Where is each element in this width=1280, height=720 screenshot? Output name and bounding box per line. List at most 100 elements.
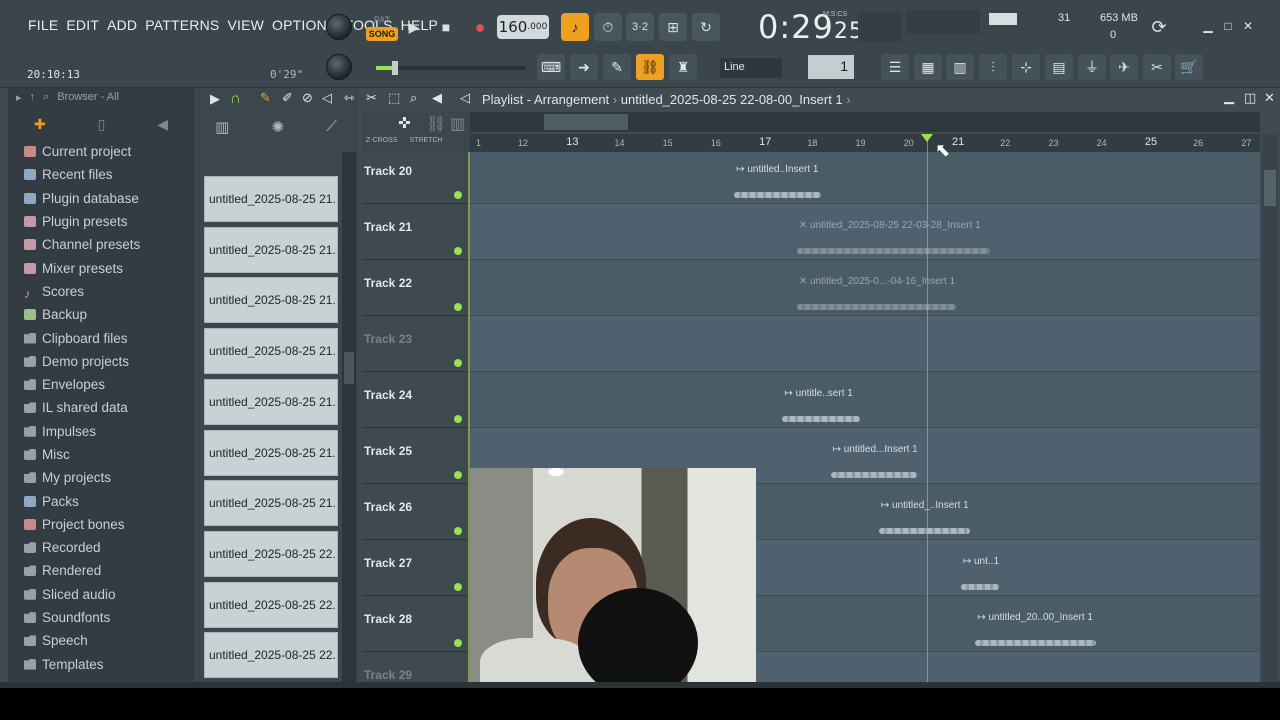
menu-add[interactable]: ADD [107, 17, 137, 33]
track-mute-led[interactable] [454, 583, 462, 591]
audio-clip[interactable]: ✕ untitled_2025-0...-04-16_Insert 1 [796, 276, 956, 316]
pat-song-toggle[interactable]: PAT SONG [366, 13, 398, 43]
grid-icon[interactable]: ▥ [450, 114, 465, 134]
track-header[interactable]: Track 22 [362, 260, 468, 316]
track-mute-led[interactable] [454, 359, 462, 367]
browser-item[interactable]: Speech [8, 629, 194, 652]
zcross-toggle[interactable]: Z-CROSS [366, 137, 398, 144]
step-input[interactable]: 1 [808, 55, 854, 79]
menu-patterns[interactable]: PATTERNS [145, 17, 219, 33]
menu-edit[interactable]: EDIT [66, 17, 99, 33]
wait-for-input-button[interactable]: ⏱ [594, 13, 622, 41]
stop-button[interactable]: ■ [432, 13, 460, 41]
channel-clip[interactable]: untitled_2025-08-25 21... [204, 378, 338, 425]
channel-clip[interactable]: untitled_2025-08-25 21... [204, 429, 338, 476]
track-mute-led[interactable] [454, 303, 462, 311]
master-pitch-knob[interactable] [326, 54, 352, 80]
channel-scroll-thumb[interactable] [344, 352, 354, 384]
link-button[interactable]: ⛓ [636, 54, 664, 80]
time-display[interactable]: 0:2925 [758, 8, 864, 46]
browser-item[interactable]: Soundfonts [8, 606, 194, 629]
fader-button[interactable]: ⫶ [979, 54, 1007, 80]
browser-tab-files-icon[interactable]: ▯ [98, 116, 106, 133]
browser-item[interactable]: Recorded [8, 536, 194, 559]
channel-clip[interactable]: untitled_2025-08-25 21... [204, 277, 338, 324]
channel-clip[interactable]: untitled_2025-08-25 21... [204, 226, 338, 273]
browser-item[interactable]: Packs [8, 489, 194, 512]
browser-item[interactable]: Project bones [8, 513, 194, 536]
browser-item[interactable]: Envelopes [8, 373, 194, 396]
playback-tool-icon[interactable]: ◀ [432, 90, 442, 106]
track-mute-led[interactable] [454, 415, 462, 423]
piano-roll-button[interactable]: ⌨ [537, 54, 565, 80]
audio-clip[interactable]: ↦ untitled_20..00_Insert 1 [975, 612, 1096, 652]
browser-item[interactable]: Demo projects [8, 350, 194, 373]
channel-rack-button[interactable]: ▦ [914, 54, 942, 80]
browser-item[interactable]: Mixer presets [8, 256, 194, 279]
zoom-tool-icon[interactable]: ⌕ [410, 90, 417, 106]
minimize-button[interactable]: ▁ [1200, 18, 1216, 34]
slice-tool-icon[interactable]: ✂ [366, 90, 377, 106]
pencil-tool-icon[interactable]: ✎ [260, 90, 271, 106]
browser-item[interactable]: ♪ Scores [8, 280, 194, 303]
arrow-button[interactable]: ➜ [570, 54, 598, 80]
menu-view[interactable]: VIEW [227, 17, 264, 33]
loop-record-button[interactable]: ↻ [692, 13, 720, 41]
channel-clip[interactable]: untitled_2025-08-25 22... [204, 530, 338, 577]
panel-close-button[interactable]: ✕ [1264, 90, 1275, 106]
browser-item[interactable]: Recent files [8, 163, 194, 186]
browser-item[interactable]: IL shared data [8, 396, 194, 419]
browser-up-icon[interactable]: ↑ [30, 91, 36, 108]
audio-clip[interactable]: ↦ unt..1 [960, 556, 1000, 596]
draw-tool-button[interactable]: ✎ [603, 54, 631, 80]
menu-file[interactable]: FILE [28, 17, 58, 33]
audio-clip[interactable]: ↦ untitle..sert 1 [782, 388, 860, 428]
channel-clip[interactable]: untitled_2025-08-25 21... [204, 328, 338, 375]
track-header[interactable]: Track 26 [362, 484, 468, 540]
channel-clip[interactable]: untitled_2025-08-25 22... [204, 581, 338, 628]
playlist-vertical-scrollbar[interactable] [1262, 134, 1278, 682]
browser-item[interactable]: Plugin presets [8, 210, 194, 233]
browser-item[interactable]: Clipboard files [8, 326, 194, 349]
audio-clip[interactable]: ↦ untitled_..Insert 1 [878, 500, 971, 540]
audio-clip[interactable]: ↦ untitled..Insert 1 [734, 164, 821, 204]
delete-tool-icon[interactable]: ⊘ [302, 90, 313, 106]
brush-tool-icon[interactable]: ✐ [282, 90, 293, 106]
track-header[interactable]: Track 28 [362, 596, 468, 652]
browser-tab-speaker-icon[interactable]: ◀ [157, 116, 168, 133]
refresh-button[interactable]: ⟳ [1145, 13, 1173, 41]
browser-item[interactable]: Sliced audio [8, 583, 194, 606]
blend-notes-button[interactable]: ⊞ [659, 13, 687, 41]
panel-maximize-button[interactable]: ◫ [1244, 90, 1256, 106]
link-tool-icon[interactable]: ⛓ [426, 114, 446, 134]
snap-magnet-icon[interactable]: ∩ [230, 90, 241, 107]
track-mute-led[interactable] [454, 471, 462, 479]
play-button[interactable]: ▶ [400, 13, 428, 41]
playlist-scroll-thumb[interactable] [1264, 170, 1276, 206]
channel-clip[interactable]: untitled_2025-08-25 21... [204, 176, 338, 222]
metronome-button[interactable]: ♪ [561, 13, 589, 41]
browser-item[interactable]: Rendered [8, 559, 194, 582]
track-lane[interactable] [470, 372, 1260, 428]
master-volume-knob[interactable] [326, 14, 352, 40]
stamp-button[interactable]: ♜ [669, 54, 697, 80]
slip-tool-icon[interactable]: ⇿ [344, 90, 355, 106]
pattern-selector[interactable] [906, 10, 980, 34]
master-pitch-slider[interactable] [376, 61, 526, 75]
tools-button[interactable]: ✂ [1143, 54, 1171, 80]
browser-item[interactable]: Misc [8, 443, 194, 466]
browser-item[interactable]: Plugin database [8, 187, 194, 210]
track-header[interactable]: Track 23 [362, 316, 468, 372]
track-header[interactable]: Track 21 [362, 204, 468, 260]
track-header[interactable]: Track 20 [362, 152, 468, 204]
bottom-scrollbar[interactable] [0, 682, 1280, 688]
speaker-icon[interactable]: ◁ [460, 90, 470, 106]
playhead-marker[interactable] [921, 134, 934, 142]
plugin-button[interactable]: ⏚ [1078, 54, 1106, 80]
browser-search-icon[interactable]: ⌕ [43, 91, 49, 108]
browser-item[interactable]: Backup [8, 303, 194, 326]
snap-mode-select[interactable]: Line [720, 58, 782, 78]
browser-tab-all-icon[interactable]: ✚ [34, 116, 46, 133]
audio-clip[interactable]: ↦ untitled...Insert 1 [830, 444, 918, 484]
countdown-button[interactable]: 3·2 [626, 13, 654, 41]
